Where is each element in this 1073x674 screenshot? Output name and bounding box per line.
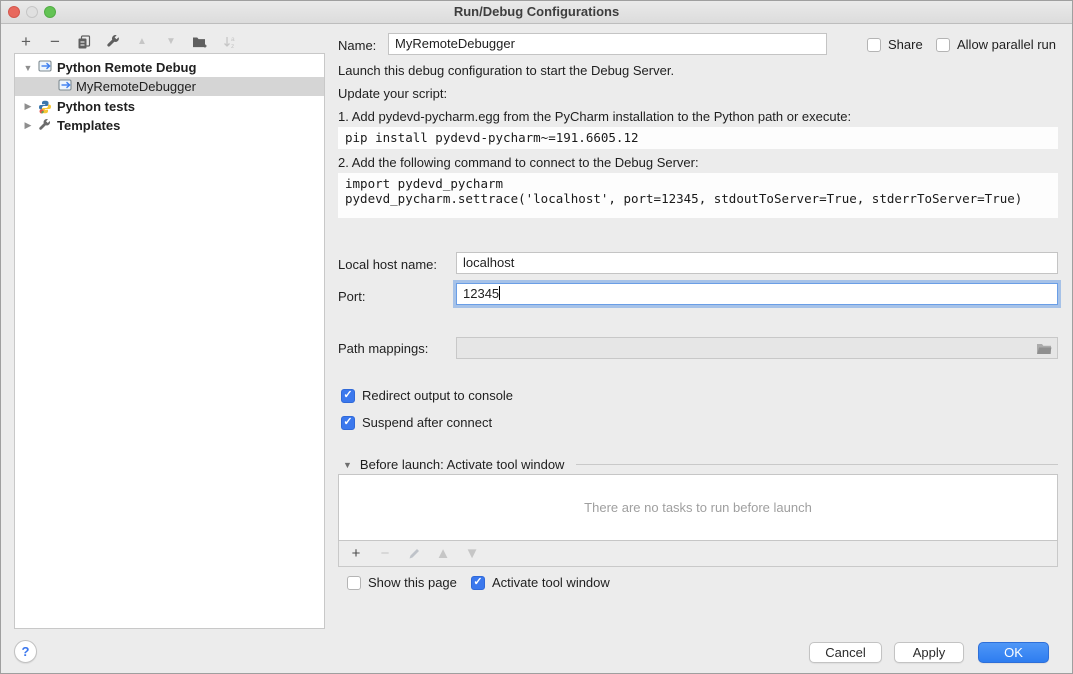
instruction-step-1: 1. Add pydevd-pycharm.egg from the PyCha…: [338, 109, 851, 124]
python-tests-icon: [38, 100, 52, 117]
redirect-output-checkbox-row[interactable]: Redirect output to console: [341, 388, 513, 403]
run-configuration-icon: [58, 79, 74, 95]
allow-parallel-run-checkbox[interactable]: [936, 38, 950, 52]
activate-tool-window-label: Activate tool window: [492, 575, 610, 590]
sort-alphabetically-icon[interactable]: a z: [221, 34, 237, 50]
add-task-button[interactable]: +: [348, 546, 364, 562]
empty-task-list-text: There are no tasks to run before launch: [584, 500, 812, 515]
help-button[interactable]: ?: [14, 640, 37, 663]
show-this-page-label: Show this page: [368, 575, 457, 590]
edit-task-pencil-icon[interactable]: [406, 546, 422, 562]
expander-icon[interactable]: ▶: [22, 101, 34, 112]
tree-item-label: Templates: [57, 118, 120, 133]
suspend-after-connect-checkbox-row[interactable]: Suspend after connect: [341, 415, 492, 430]
suspend-after-connect-label: Suspend after connect: [362, 415, 492, 430]
port-label: Port:: [338, 289, 365, 304]
redirect-output-checkbox[interactable]: [341, 389, 355, 403]
redirect-output-label: Redirect output to console: [362, 388, 513, 403]
share-label: Share: [888, 37, 923, 52]
local-host-name-input[interactable]: localhost: [456, 252, 1058, 274]
share-checkbox[interactable]: [867, 38, 881, 52]
show-this-page-checkbox-row[interactable]: Show this page: [347, 575, 457, 590]
local-host-name-label: Local host name:: [338, 257, 437, 272]
tree-item-python-tests[interactable]: ▶ Python tests: [15, 97, 324, 116]
tree-item-myremotedebugger[interactable]: MyRemoteDebugger: [15, 77, 324, 96]
remove-configuration-button[interactable]: −: [47, 34, 63, 50]
before-launch-title: Before launch: Activate tool window: [360, 457, 565, 472]
path-mappings-input[interactable]: [456, 337, 1058, 359]
instruction-line-2: Update your script:: [338, 86, 447, 101]
before-launch-task-list[interactable]: There are no tasks to run before launch: [338, 474, 1058, 541]
expander-icon[interactable]: ▼: [22, 63, 34, 73]
settrace-code-line-1: import pydevd_pycharm: [345, 176, 503, 191]
move-up-button[interactable]: ▲: [134, 34, 150, 50]
instruction-step-2: 2. Add the following command to connect …: [338, 155, 699, 170]
tree-item-label: Python Remote Debug: [57, 60, 196, 75]
remove-task-button[interactable]: −: [377, 546, 393, 562]
browse-folder-icon[interactable]: [1035, 341, 1053, 359]
local-host-name-value: localhost: [463, 255, 514, 270]
show-this-page-checkbox[interactable]: [347, 576, 361, 590]
tree-item-python-remote-debug[interactable]: ▼ Python Remote Debug: [15, 58, 324, 77]
copy-configuration-icon[interactable]: [76, 34, 92, 50]
move-task-up-button[interactable]: ▲: [435, 546, 451, 562]
move-task-down-button[interactable]: ▼: [464, 546, 480, 562]
svg-text:a: a: [231, 36, 235, 43]
templates-wrench-icon: [38, 119, 52, 136]
run-configuration-icon: [38, 60, 54, 76]
configurations-toolbar: + − ▲ ▼ a: [18, 31, 237, 53]
run-debug-configurations-dialog: Run/Debug Configurations + − ▲ ▼: [0, 0, 1073, 674]
cancel-button[interactable]: Cancel: [809, 642, 882, 663]
expander-icon[interactable]: ▶: [22, 120, 34, 131]
port-input[interactable]: 12345: [456, 283, 1058, 305]
name-value: MyRemoteDebugger: [395, 36, 515, 51]
suspend-after-connect-checkbox[interactable]: [341, 416, 355, 430]
allow-parallel-checkbox-row[interactable]: Allow parallel run: [936, 37, 1056, 52]
configurations-tree: ▼ Python Remote Debug MyRemoteDebugger: [14, 53, 325, 629]
name-input[interactable]: MyRemoteDebugger: [388, 33, 827, 55]
before-launch-header[interactable]: ▼ Before launch: Activate tool window: [343, 457, 1058, 472]
instruction-line-1: Launch this debug configuration to start…: [338, 63, 674, 78]
tree-item-label: Python tests: [57, 99, 135, 114]
ok-button[interactable]: OK: [978, 642, 1049, 663]
activate-tool-window-checkbox-row[interactable]: Activate tool window: [471, 575, 610, 590]
path-mappings-label: Path mappings:: [338, 341, 428, 356]
share-checkbox-row[interactable]: Share: [867, 37, 923, 52]
apply-button[interactable]: Apply: [894, 642, 964, 663]
settrace-code-block: import pydevd_pycharmpydevd_pycharm.sett…: [338, 173, 1058, 218]
new-folder-icon[interactable]: [192, 34, 208, 50]
section-divider: [576, 464, 1058, 465]
settrace-code-line-2: pydevd_pycharm.settrace('localhost', por…: [345, 191, 1022, 206]
move-down-button[interactable]: ▼: [163, 34, 179, 50]
pip-install-command: pip install pydevd-pycharm~=191.6605.12: [338, 127, 1058, 149]
name-label: Name:: [338, 38, 376, 53]
port-value: 12345: [463, 286, 499, 301]
collapse-section-icon[interactable]: ▼: [343, 460, 352, 470]
configuration-form: Name: MyRemoteDebugger Share Allow paral…: [338, 1, 1058, 674]
add-configuration-button[interactable]: +: [18, 34, 34, 50]
text-cursor: [499, 286, 500, 300]
task-list-toolbar: + − ▲ ▼: [338, 541, 1058, 567]
activate-tool-window-checkbox[interactable]: [471, 576, 485, 590]
tree-item-templates[interactable]: ▶ Templates: [15, 116, 324, 135]
svg-text:z: z: [231, 43, 234, 50]
tree-item-label: MyRemoteDebugger: [76, 79, 196, 94]
allow-parallel-run-label: Allow parallel run: [957, 37, 1056, 52]
edit-defaults-wrench-icon[interactable]: [105, 34, 121, 50]
